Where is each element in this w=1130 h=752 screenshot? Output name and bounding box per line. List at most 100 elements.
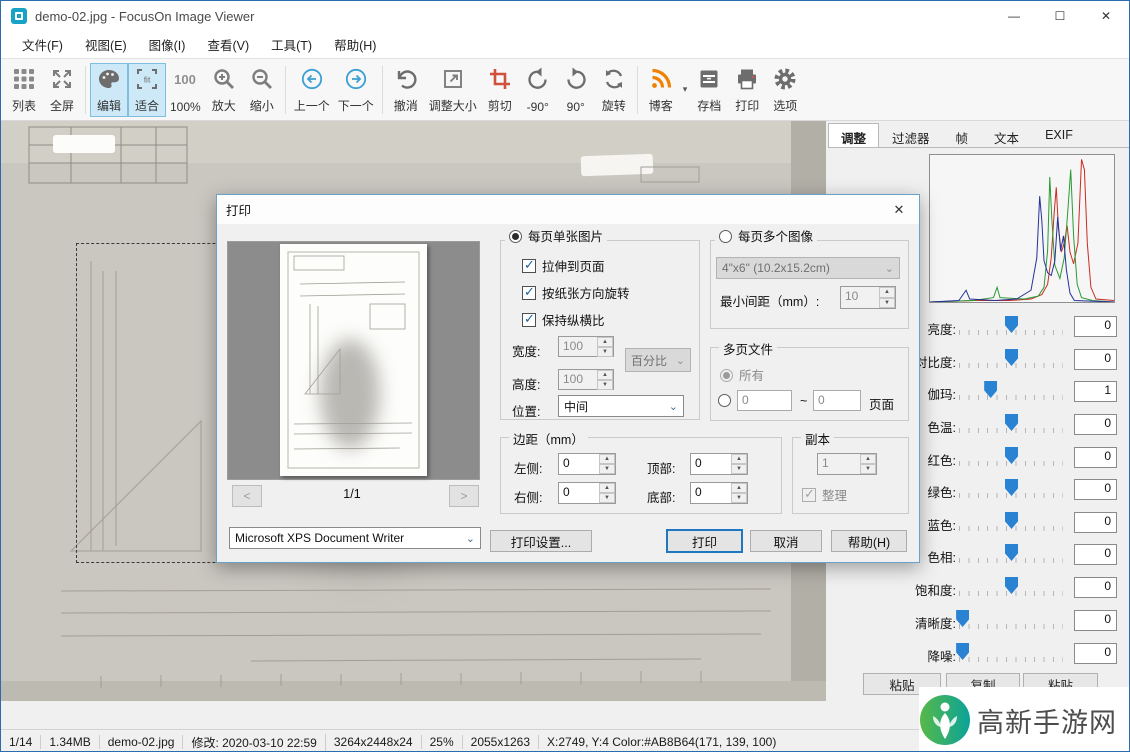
rotate-button[interactable]: 旋转 bbox=[595, 63, 633, 117]
position-select[interactable]: 中间⌄ bbox=[558, 395, 684, 417]
brightness-value[interactable]: 0 bbox=[1074, 316, 1117, 337]
keep-aspect-checkbox-row[interactable]: 保持纵横比 bbox=[522, 310, 605, 329]
spinner-arrows[interactable]: ▲▼ bbox=[860, 454, 876, 474]
rotate-right-90-button[interactable]: 90° bbox=[557, 63, 595, 117]
page-range-radio[interactable] bbox=[718, 394, 731, 407]
fullscreen-button[interactable]: 全屏 bbox=[43, 63, 81, 117]
height-spinner[interactable]: 100 ▲▼ bbox=[558, 369, 614, 390]
green-value[interactable]: 0 bbox=[1074, 479, 1117, 500]
tab-frame[interactable]: 帧 bbox=[943, 123, 982, 147]
previous-button[interactable]: 上一个 bbox=[290, 63, 334, 117]
stretch-checkbox-row[interactable]: 拉伸到页面 bbox=[522, 256, 605, 275]
menu-tools[interactable]: 工具(T) bbox=[260, 30, 323, 59]
denoise-value[interactable]: 0 bbox=[1074, 643, 1117, 664]
blog-dropdown-caret[interactable]: ▾ bbox=[680, 84, 691, 95]
options-button[interactable]: 选项 bbox=[766, 63, 804, 117]
next-button[interactable]: 下一个 bbox=[334, 63, 378, 117]
blue-value[interactable]: 0 bbox=[1074, 512, 1117, 533]
spin-up-icon: ▲ bbox=[860, 454, 876, 464]
collate-checkbox-row[interactable]: 整理 bbox=[802, 485, 847, 504]
hue-value[interactable]: 0 bbox=[1074, 544, 1117, 565]
archive-button[interactable]: 存档 bbox=[690, 63, 728, 117]
dialog-cancel-button[interactable]: 取消 bbox=[750, 530, 822, 552]
width-spinner[interactable]: 100 ▲▼ bbox=[558, 336, 614, 357]
tab-text[interactable]: 文本 bbox=[981, 123, 1032, 147]
zoom-out-button[interactable]: 缩小 bbox=[243, 63, 281, 117]
collate-checkbox[interactable] bbox=[802, 488, 816, 502]
spinner-arrows[interactable]: ▲▼ bbox=[879, 287, 895, 308]
multi-image-radio[interactable] bbox=[719, 230, 732, 243]
menu-file[interactable]: 文件(F) bbox=[11, 30, 74, 59]
spinner-arrows[interactable]: ▲▼ bbox=[597, 370, 613, 389]
tab-adjust[interactable]: 调整 bbox=[828, 123, 879, 147]
menu-help[interactable]: 帮助(H) bbox=[323, 30, 387, 59]
gamma-value[interactable]: 1 bbox=[1074, 381, 1117, 402]
unit-select[interactable]: 百分比⌄ bbox=[625, 348, 691, 372]
print-button[interactable]: 打印 bbox=[728, 63, 766, 117]
dialog-print-button[interactable]: 打印 bbox=[666, 529, 743, 553]
status-file-name: demo-02.jpg bbox=[100, 735, 184, 749]
histogram-red-curve bbox=[930, 159, 1114, 302]
margin-left-spinner[interactable]: 0 ▲▼ bbox=[558, 453, 616, 475]
margin-right-spinner[interactable]: 0 ▲▼ bbox=[558, 482, 616, 504]
spin-up-icon: ▲ bbox=[731, 454, 747, 464]
min-gap-spinner[interactable]: 10 ▲▼ bbox=[840, 286, 896, 309]
temperature-value[interactable]: 0 bbox=[1074, 414, 1117, 435]
all-pages-radio[interactable] bbox=[720, 369, 733, 382]
spin-up-icon: ▲ bbox=[879, 287, 895, 298]
list-button[interactable]: 列表 bbox=[5, 63, 43, 117]
rotate-by-paper-checkbox[interactable] bbox=[522, 286, 536, 300]
preview-prev-button[interactable]: < bbox=[232, 485, 262, 507]
margin-right-label: 右侧: bbox=[514, 487, 542, 506]
dialog-close-icon[interactable]: ✕ bbox=[879, 202, 919, 218]
saturation-value[interactable]: 0 bbox=[1074, 577, 1117, 598]
undo-button[interactable]: 撤消 bbox=[387, 63, 425, 117]
single-image-radio[interactable] bbox=[509, 230, 522, 243]
multi-image-radio-row[interactable]: 每页多个图像 bbox=[715, 226, 817, 245]
spinner-arrows[interactable]: ▲▼ bbox=[731, 454, 747, 474]
minimize-button[interactable]: — bbox=[991, 1, 1037, 31]
tab-exif[interactable]: EXIF bbox=[1032, 123, 1086, 147]
spinner-arrows[interactable]: ▲▼ bbox=[731, 483, 747, 503]
tab-filters[interactable]: 过滤器 bbox=[879, 123, 943, 147]
close-button[interactable]: ✕ bbox=[1083, 1, 1129, 31]
zoom-100-button[interactable]: 100 100% bbox=[166, 63, 205, 117]
crop-button[interactable]: 剪切 bbox=[481, 63, 519, 117]
edit-button[interactable]: 编辑 bbox=[90, 63, 128, 117]
rotate-to-paper-checkbox-row[interactable]: 按纸张方向旋转 bbox=[522, 283, 630, 302]
print-setup-button[interactable]: 打印设置... bbox=[490, 530, 592, 552]
zoom-in-button[interactable]: 放大 bbox=[205, 63, 243, 117]
menu-browse[interactable]: 查看(V) bbox=[196, 30, 260, 59]
preview-next-button[interactable]: > bbox=[449, 485, 479, 507]
zoom-in-icon bbox=[211, 66, 237, 92]
margin-top-spinner[interactable]: 0 ▲▼ bbox=[690, 453, 748, 475]
blog-button[interactable]: 博客 bbox=[642, 63, 680, 117]
menu-view[interactable]: 视图(E) bbox=[74, 30, 138, 59]
maximize-button[interactable]: ☐ bbox=[1037, 1, 1083, 31]
dialog-help-button[interactable]: 帮助(H) bbox=[831, 530, 907, 552]
keep-aspect-checkbox[interactable] bbox=[522, 313, 536, 327]
spin-down-icon: ▼ bbox=[879, 298, 895, 309]
all-pages-radio-row[interactable]: 所有 bbox=[720, 365, 764, 384]
clarity-value[interactable]: 0 bbox=[1074, 610, 1117, 631]
red-value[interactable]: 0 bbox=[1074, 447, 1117, 468]
next-icon bbox=[343, 66, 369, 92]
photo-size-select[interactable]: 4"x6" (10.2x15.2cm)⌄ bbox=[716, 257, 900, 279]
margin-bottom-spinner[interactable]: 0 ▲▼ bbox=[690, 482, 748, 504]
single-image-radio-row[interactable]: 每页单张图片 bbox=[505, 226, 607, 245]
copies-spinner[interactable]: 1 ▲▼ bbox=[817, 453, 877, 475]
dialog-title-bar[interactable]: 打印 ✕ bbox=[217, 195, 919, 224]
page-range-radio-row[interactable] bbox=[718, 394, 731, 408]
spinner-arrows[interactable]: ▲▼ bbox=[599, 483, 615, 503]
contrast-value[interactable]: 0 bbox=[1074, 349, 1117, 370]
stretch-to-page-checkbox[interactable] bbox=[522, 259, 536, 273]
spinner-arrows[interactable]: ▲▼ bbox=[599, 454, 615, 474]
spinner-arrows[interactable]: ▲▼ bbox=[597, 337, 613, 356]
resize-button[interactable]: 调整大小 bbox=[425, 63, 481, 117]
range-to-field[interactable]: 0 bbox=[813, 390, 861, 411]
printer-select[interactable]: Microsoft XPS Document Writer⌄ bbox=[229, 527, 481, 549]
fit-button[interactable]: fit 适合 bbox=[128, 63, 166, 117]
rotate-left-90-button[interactable]: -90° bbox=[519, 63, 557, 117]
menu-image[interactable]: 图像(I) bbox=[138, 30, 197, 59]
range-from-field[interactable]: 0 bbox=[737, 390, 792, 411]
